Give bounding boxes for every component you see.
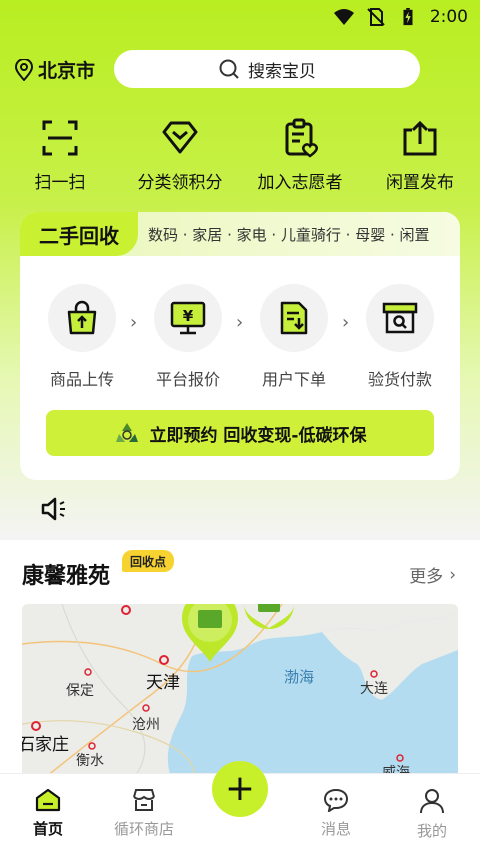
search-icon — [219, 59, 239, 79]
map-label-cangzhou: 沧州 — [132, 717, 160, 733]
map-label-bohai: 渤海 — [284, 668, 315, 686]
quick-action-label: 扫一扫 — [34, 173, 86, 193]
recycle-icon — [115, 423, 138, 442]
status-time: 2:00 — [429, 7, 468, 27]
step-upload: 商品上传 — [32, 284, 132, 390]
map-label-tianjin: 天津 — [146, 673, 180, 693]
location-pin-icon — [14, 58, 34, 81]
status-bar: 2:00 — [0, 0, 480, 34]
tab-store[interactable]: 循环商店 — [104, 788, 184, 839]
chevron-right-icon: › — [342, 312, 350, 333]
bag-upload-icon — [67, 300, 97, 335]
recycle-card-categories: 数码 · 家居 · 家电 · 儿童骑行 · 母婴 · 闲置 — [148, 226, 430, 244]
recycle-point-badge: 回收点 — [122, 550, 175, 572]
chevron-right-icon: › — [236, 312, 244, 333]
chevron-right-icon: › — [130, 312, 138, 333]
battery-charging-icon — [403, 8, 413, 26]
more-link[interactable]: 更多 › — [409, 562, 456, 588]
svg-text:¥: ¥ — [183, 307, 194, 325]
upload-box-icon — [403, 120, 437, 156]
map-label-dalian: 大连 — [360, 681, 388, 697]
recycle-steps: 商品上传 › ¥ 平台报价 › 用户下单 › 验货付款 — [20, 284, 460, 404]
book-recycle-button[interactable]: 立即预约 回收变现-低碳环保 — [46, 410, 434, 456]
quick-action-publish[interactable]: 闲置发布 — [360, 118, 480, 193]
search-input[interactable]: 搜索宝贝 — [114, 50, 420, 88]
plus-icon: + — [224, 768, 256, 809]
quick-action-classify[interactable]: 分类领积分 — [120, 118, 240, 193]
quick-action-label: 分类领积分 — [137, 173, 223, 193]
tab-messages[interactable]: 消息 — [296, 788, 376, 839]
recycle-card-title: 二手回收 — [20, 212, 138, 256]
gem-icon — [162, 121, 198, 154]
step-label: 商品上传 — [49, 370, 114, 389]
tab-label: 消息 — [320, 820, 351, 838]
inspect-box-icon — [382, 302, 418, 334]
step-order: 用户下单 — [244, 284, 344, 390]
volunteer-clipboard-icon — [285, 118, 318, 158]
home-icon — [35, 788, 61, 812]
step-inspect: 验货付款 — [350, 284, 450, 390]
recycle-point-title: 康馨雅苑 — [22, 564, 111, 589]
scan-icon — [42, 120, 78, 156]
tab-home[interactable]: 首页 — [8, 788, 88, 839]
location-label: 北京市 — [38, 60, 96, 82]
location-selector[interactable]: 北京市 — [14, 56, 95, 83]
publish-fab-button[interactable]: + — [212, 761, 268, 817]
order-doc-icon — [280, 301, 308, 335]
quick-action-scan[interactable]: 扫一扫 — [0, 118, 120, 193]
recycle-card-header: 二手回收 数码 · 家居 · 家电 · 儿童骑行 · 母婴 · 闲置 — [20, 212, 460, 256]
book-recycle-label: 立即预约 回收变现-低碳环保 — [149, 425, 367, 446]
user-icon — [420, 789, 444, 814]
step-quote: ¥ 平台报价 — [138, 284, 238, 390]
store-icon — [133, 789, 155, 811]
more-label: 更多 — [409, 567, 444, 587]
chevron-right-icon: › — [449, 564, 456, 585]
tab-label: 首页 — [32, 820, 63, 838]
price-monitor-icon: ¥ — [170, 301, 206, 335]
no-sim-icon — [367, 8, 385, 26]
quick-action-label: 加入志愿者 — [257, 173, 343, 193]
quick-actions: 扫一扫 分类领积分 加入志愿者 闲置发布 — [0, 118, 480, 198]
wifi-icon — [333, 9, 354, 25]
recycle-card: 二手回收 数码 · 家居 · 家电 · 儿童骑行 · 母婴 · 闲置 商品上传 … — [20, 212, 460, 480]
search-placeholder: 搜索宝贝 — [248, 61, 316, 82]
map-label-baoding: 保定 — [66, 683, 94, 699]
message-icon — [323, 788, 349, 812]
quick-action-volunteer[interactable]: 加入志愿者 — [240, 118, 360, 193]
quick-action-label: 闲置发布 — [386, 173, 454, 193]
recycle-point-section: 康馨雅苑 回收点 更多 › 天津 保定 沧州 石家庄 衡水 渤海 大连 — [0, 540, 480, 780]
tab-label: 我的 — [416, 822, 447, 840]
step-label: 平台报价 — [155, 370, 220, 389]
tab-label: 循环商店 — [113, 820, 174, 838]
tab-profile[interactable]: 我的 — [392, 788, 472, 841]
recycle-point-map[interactable]: 天津 保定 沧州 石家庄 衡水 渤海 大连 威海 — [22, 604, 458, 780]
header: 北京市 搜索宝贝 — [0, 48, 480, 90]
step-label: 用户下单 — [261, 370, 326, 389]
step-label: 验货付款 — [367, 370, 432, 389]
map-label-hengshui: 衡水 — [76, 753, 104, 769]
speaker-icon — [41, 497, 65, 521]
map-label-shijiazhuang: 石家庄 — [22, 735, 69, 755]
announcement-bar[interactable] — [40, 496, 68, 526]
